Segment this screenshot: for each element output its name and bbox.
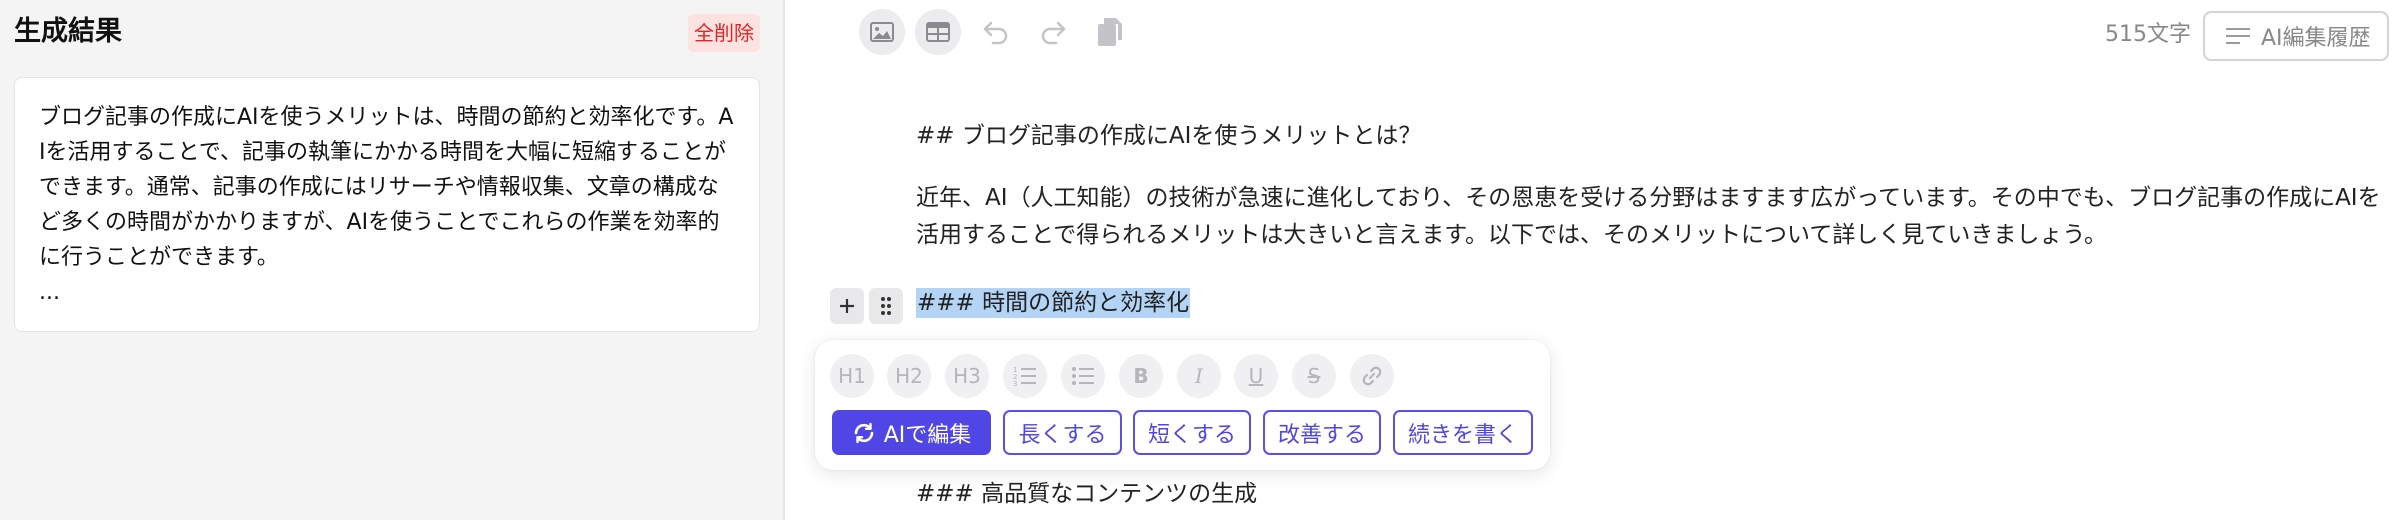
heading2-button[interactable]: H2 — [887, 354, 931, 398]
copy-button[interactable] — [1087, 9, 1133, 55]
refresh-icon — [854, 422, 874, 443]
add-block-button[interactable] — [830, 288, 864, 324]
selected-text: ### 時間の節約と効率化 — [916, 288, 1191, 318]
continue-writing-button[interactable]: 続きを書く — [1393, 410, 1533, 455]
insert-table-button[interactable] — [915, 9, 961, 55]
app-window: 生成結果 全削除 ブログ記事の作成にAIを使うメリットは、時間の節約と効率化です… — [0, 0, 2400, 520]
panel-divider[interactable] — [783, 0, 785, 520]
ordered-list-button[interactable]: 1 2 3 — [1003, 354, 1047, 398]
results-title: 生成結果 — [14, 16, 122, 47]
ai-edit-label: AIで編集 — [883, 422, 972, 448]
bullet-list-button[interactable] — [1061, 354, 1105, 398]
italic-button[interactable]: I — [1177, 354, 1221, 398]
drag-handle[interactable] — [869, 288, 903, 324]
editor-heading-2[interactable]: ## ブログ記事の作成にAIを使うメリットとは？ — [916, 119, 1421, 154]
plus-icon — [840, 299, 854, 313]
ordered-list-icon: 1 2 3 — [1013, 366, 1036, 387]
underline-button[interactable]: U — [1234, 354, 1278, 398]
improve-button[interactable]: 改善する — [1263, 410, 1381, 455]
editor-paragraph[interactable]: 近年、AI（人工知能）の技術が急速に進化しており、その恩恵を受ける分野はますます… — [916, 180, 2396, 254]
heading1-button[interactable]: H1 — [830, 354, 874, 398]
image-icon — [870, 22, 894, 42]
redo-button[interactable] — [1030, 9, 1076, 55]
table-icon — [926, 22, 950, 42]
history-button-label: AI編集履歴 — [2261, 26, 2371, 51]
shorten-button[interactable]: 短くする — [1133, 410, 1251, 455]
redo-icon — [1041, 21, 1066, 45]
bullet-list-icon — [1072, 367, 1094, 385]
editor-selected-heading[interactable]: ### 時間の節約と効率化 — [916, 286, 1191, 321]
undo-button[interactable] — [973, 9, 1019, 55]
bubble-menu: H1 H2 H3 1 2 3 B I U S AIで編集 長くする 短くする 改… — [815, 340, 1550, 470]
drag-dots-icon — [881, 297, 891, 315]
list-lines-icon — [2226, 28, 2250, 44]
svg-text:3: 3 — [1013, 380, 1017, 387]
clear-all-button[interactable]: 全削除 — [688, 14, 760, 52]
results-panel: 生成結果 全削除 ブログ記事の作成にAIを使うメリットは、時間の節約と効率化です… — [0, 0, 783, 520]
ai-edit-history-button[interactable]: AI編集履歴 — [2203, 11, 2389, 61]
undo-icon — [983, 21, 1008, 45]
link-icon — [1362, 366, 1382, 386]
editor-heading-3[interactable]: ### 高品質なコンテンツの生成 — [916, 477, 1257, 512]
ai-edit-button[interactable]: AIで編集 — [832, 410, 991, 455]
copy-icon — [1098, 18, 1122, 46]
result-card[interactable]: ブログ記事の作成にAIを使うメリットは、時間の節約と効率化です。AIを活用するこ… — [14, 77, 760, 332]
result-text: ブログ記事の作成にAIを使うメリットは、時間の節約と効率化です。AIを活用するこ… — [39, 105, 734, 305]
link-button[interactable] — [1350, 354, 1394, 398]
insert-image-button[interactable] — [859, 9, 905, 55]
strikethrough-button[interactable]: S — [1292, 354, 1336, 398]
lengthen-button[interactable]: 長くする — [1003, 410, 1122, 455]
bold-button[interactable]: B — [1119, 354, 1163, 398]
character-count: 515文字 — [2105, 22, 2191, 47]
heading3-button[interactable]: H3 — [945, 354, 989, 398]
